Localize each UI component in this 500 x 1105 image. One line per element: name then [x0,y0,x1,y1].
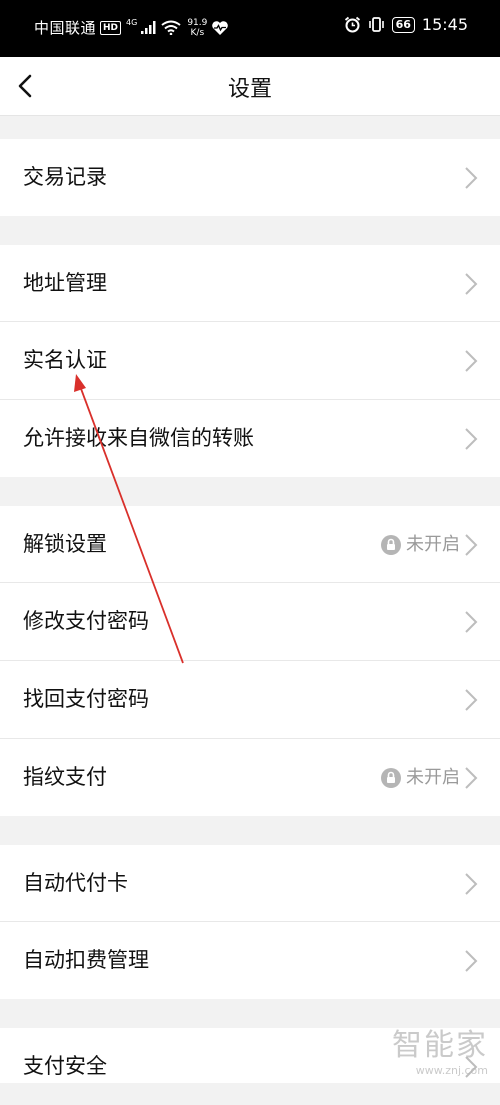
list-item-real-name-verification[interactable]: 实名认证 [0,322,500,399]
list-item-label: 实名认证 [23,348,107,372]
list-item-change-payment-password[interactable]: 修改支付密码 [0,583,500,660]
clock: 15:45 [421,15,468,34]
list-item-auto-deduction[interactable]: 自动扣费管理 [0,922,500,999]
status-bar: 中国联通 HD 4G 91.9 K/s 66 15:45 [0,0,500,57]
chevron-right-icon [465,534,478,556]
signal-icon [141,21,156,34]
status-indicator: 未开启 [381,739,460,816]
wifi-icon [161,20,181,35]
list-item-transaction-records[interactable]: 交易记录 [0,139,500,216]
list-item-address-management[interactable]: 地址管理 [0,245,500,322]
carrier-name: 中国联通 [34,19,97,37]
chevron-right-icon [465,273,478,295]
battery-indicator: 66 [391,16,415,33]
lock-icon [381,534,401,555]
watermark: 智能家 www.znj.com [392,1020,488,1077]
list-item-label: 自动扣费管理 [23,948,149,972]
list-item-unlock-settings[interactable]: 解锁设置 未开启 [0,506,500,583]
list-item-wechat-transfer[interactable]: 允许接收来自微信的转账 [0,400,500,477]
list-item-label: 交易记录 [23,165,107,189]
list-item-label: 指纹支付 [23,765,107,789]
list-item-label: 自动代付卡 [23,871,128,895]
status-text: 未开启 [406,767,460,788]
network-speed: 91.9 K/s [187,18,207,38]
network-type: 4G [126,18,138,27]
chevron-right-icon [465,167,478,189]
status-indicator: 未开启 [381,506,460,583]
list-item-label: 允许接收来自微信的转账 [23,426,254,450]
heart-rate-icon [212,20,229,35]
status-text: 未开启 [406,534,460,555]
list-item-label: 找回支付密码 [23,687,149,711]
chevron-right-icon [465,350,478,372]
lock-icon [381,767,401,788]
list-item-fingerprint-payment[interactable]: 指纹支付 未开启 [0,739,500,816]
hd-badge: HD [100,20,122,35]
list-item-recover-payment-password[interactable]: 找回支付密码 [0,661,500,738]
chevron-right-icon [465,611,478,633]
speed-value: 91.9 [187,17,208,28]
chevron-right-icon [465,950,478,972]
speed-unit: K/s [190,27,205,38]
list-item-label: 地址管理 [23,271,107,295]
list-item-auto-proxy-card[interactable]: 自动代付卡 [0,845,500,922]
watermark-url: www.znj.com [415,1064,488,1077]
watermark-brand: 智能家 [392,1028,488,1063]
nav-bar: 设置 [0,57,500,116]
list-item-label: 解锁设置 [23,532,107,556]
list-item-label: 支付安全 [23,1054,107,1078]
chevron-right-icon [465,428,478,450]
vibrate-icon [368,17,384,32]
list-item-label: 修改支付密码 [23,609,149,633]
chevron-right-icon [465,873,478,895]
chevron-right-icon [465,767,478,789]
page-title: 设置 [227,77,272,102]
chevron-right-icon [465,689,478,711]
alarm-icon [344,16,360,33]
